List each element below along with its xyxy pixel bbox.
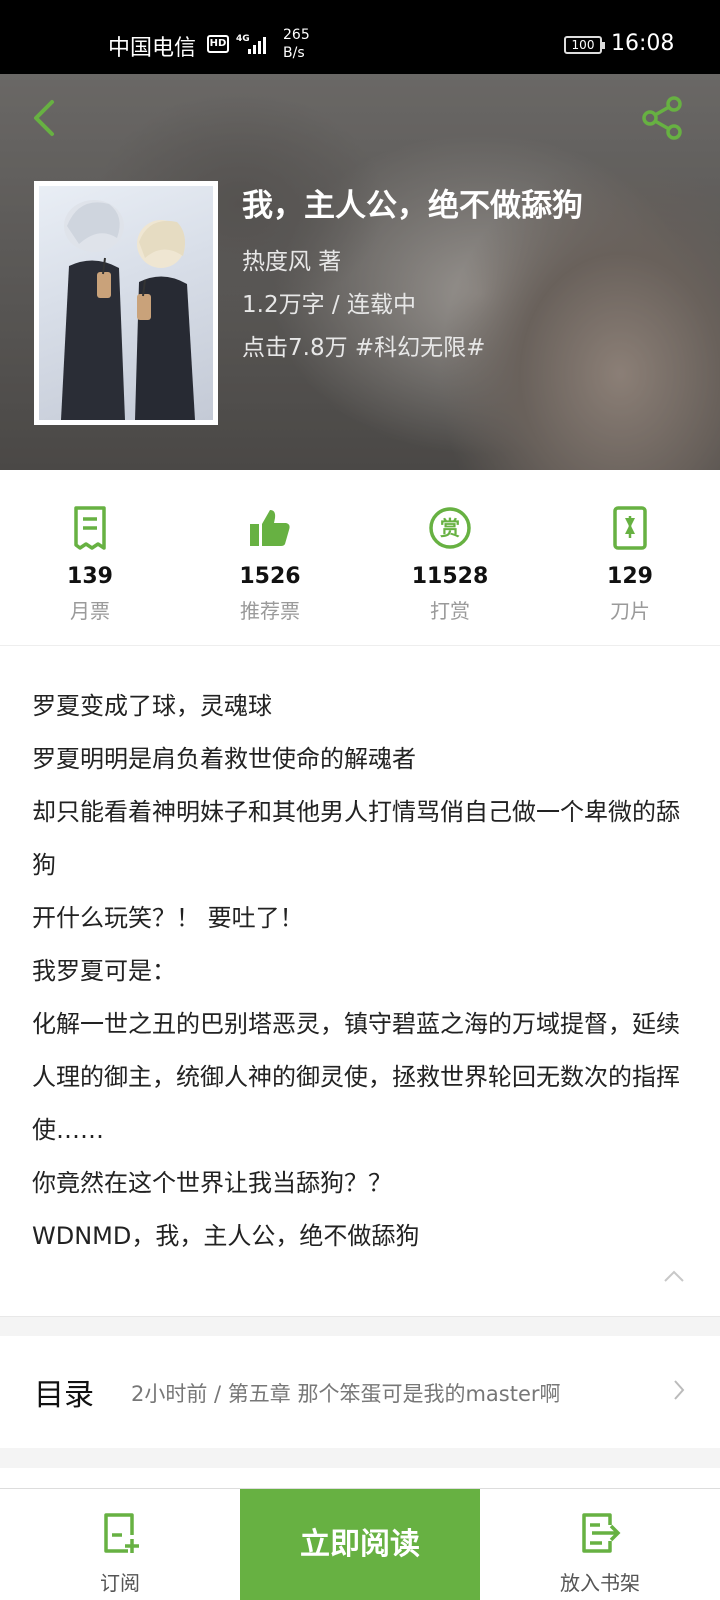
chevron-up-icon[interactable]	[662, 1268, 686, 1284]
stat-label: 推荐票	[240, 599, 300, 623]
synopsis-line: 你竟然在这个世界让我当舔狗？？	[32, 1169, 392, 1197]
add-to-shelf-button[interactable]: 放入书架	[480, 1489, 720, 1600]
book-hero: 我，主人公，绝不做舔狗 热度风 著 1.2万字 / 连载中 点击7.8万 #科幻…	[0, 74, 720, 470]
stat-value: 129	[607, 564, 653, 589]
hd-badge: HD	[207, 35, 229, 53]
battery-icon: 100	[564, 36, 605, 54]
speed-unit: B/s	[283, 45, 305, 61]
signal-icon: 4G	[236, 34, 266, 54]
stat-label: 月票	[70, 599, 110, 623]
stats-row: 139 月票 1526 推荐票 赏 11528 打赏 129 刀片	[0, 470, 720, 646]
stat-value: 1526	[239, 564, 301, 589]
synopsis-line: 我罗夏可是：	[32, 957, 176, 985]
cover-figures-image	[61, 200, 195, 420]
stat-blade[interactable]: 129 刀片	[540, 504, 720, 624]
add-to-shelf-label: 放入书架	[560, 1571, 640, 1595]
ticket-icon	[74, 506, 106, 550]
synopsis-line: 却只能看着神明妹子和其他男人打情骂俏自己做一个卑微的舔狗	[32, 798, 680, 879]
stat-reward[interactable]: 赏 11528 打赏	[360, 504, 540, 624]
synopsis[interactable]: 罗夏变成了球，灵魂球 罗夏明明是肩负着救世使命的解魂者 却只能看着神明妹子和其他…	[32, 680, 692, 1263]
clock: 16:08	[611, 31, 675, 56]
add-to-shelf-icon	[582, 1513, 621, 1553]
book-clicks-tag: 点击7.8万 #科幻无限#	[242, 335, 486, 361]
stat-value: 11528	[411, 564, 489, 589]
stat-value: 139	[67, 564, 113, 589]
blade-card-icon	[613, 506, 647, 550]
book-length-status: 1.2万字 / 连载中	[242, 292, 416, 318]
bottom-action-bar: 订阅 立即阅读 放入书架	[0, 1488, 720, 1600]
section-divider	[0, 1316, 720, 1336]
stat-monthly-ticket[interactable]: 139 月票	[0, 504, 180, 624]
subscribe-label: 订阅	[100, 1571, 140, 1595]
synopsis-line: 开什么玩笑？！ 要吐了！	[32, 904, 304, 932]
synopsis-line: 罗夏变成了球，灵魂球	[32, 692, 272, 720]
share-icon[interactable]	[640, 96, 686, 140]
status-bar: 中国电信 HD 4G 265 B/s 100 16:08	[0, 0, 720, 74]
svg-text:赏: 赏	[440, 516, 460, 540]
read-now-button[interactable]: 立即阅读	[240, 1489, 480, 1600]
carrier-name: 中国电信	[108, 36, 197, 61]
book-cover[interactable]	[34, 181, 218, 425]
network-speed: 265 B/s	[283, 26, 310, 62]
book-title: 我，主人公，绝不做舔狗	[242, 188, 583, 224]
subscribe-icon	[104, 1513, 139, 1553]
toc-title: 目录	[34, 1378, 94, 1413]
chevron-left-icon[interactable]	[28, 96, 64, 140]
section-divider	[0, 1448, 720, 1468]
reward-coin-icon: 赏	[429, 507, 471, 549]
cover-illustration	[39, 186, 213, 420]
synopsis-line: WDNMD，我，主人公，绝不做舔狗	[32, 1222, 420, 1250]
speed-value: 265	[283, 27, 310, 43]
chevron-right-icon	[674, 1380, 685, 1400]
table-of-contents-row[interactable]: 目录 2小时前 / 第五章 那个笨蛋可是我的master啊	[0, 1336, 720, 1448]
synopsis-line: 化解一世之丑的巴别塔恶灵，镇守碧蓝之海的万域提督，延续人理的御主，统御人神的御灵…	[32, 1010, 680, 1144]
latest-chapter: 2小时前 / 第五章 那个笨蛋可是我的master啊	[131, 1382, 561, 1406]
svg-text:4G: 4G	[236, 34, 250, 44]
stat-label: 打赏	[430, 599, 470, 623]
stat-label: 刀片	[610, 599, 650, 623]
book-author[interactable]: 热度风 著	[242, 242, 341, 276]
subscribe-button[interactable]: 订阅	[0, 1489, 240, 1600]
thumbs-up-icon	[250, 510, 290, 546]
stat-recommend-ticket[interactable]: 1526 推荐票	[180, 504, 360, 624]
synopsis-line: 罗夏明明是肩负着救世使命的解魂者	[32, 745, 416, 773]
